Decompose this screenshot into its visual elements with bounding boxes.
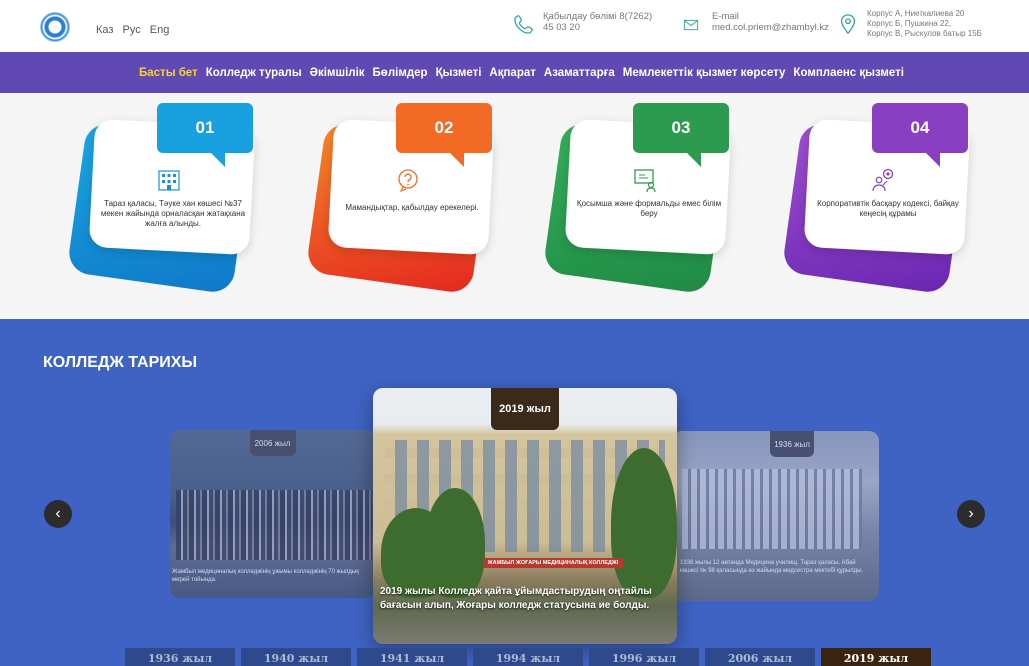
slide-caption: 2019 жылы Колледж қайта ұйымдастырудың о… bbox=[380, 586, 652, 611]
timeline-year[interactable]: 2006 жыл bbox=[705, 648, 815, 666]
history-slide-next[interactable]: 1936 жыл 1936 жылы 12 акпанда Медицина у… bbox=[672, 431, 879, 601]
contact-phone: Қабылдау бөлімі 8(7262) 45 03 20 bbox=[514, 11, 653, 34]
feature-card-2[interactable]: 02 Мамандықтар, қабылдау ерекелері. bbox=[305, 103, 521, 295]
nav-item-administration[interactable]: Әкімшілік bbox=[310, 67, 365, 79]
lang-kaz[interactable]: Каз bbox=[96, 24, 113, 36]
address-line-2: Корпус Б, Пушкина 22, bbox=[867, 19, 952, 28]
card-number: 02 bbox=[396, 103, 492, 167]
main-nav: Басты бет Колледж туралы Әкімшілік Бөлім… bbox=[0, 52, 1029, 93]
card-number: 01 bbox=[157, 103, 253, 167]
top-header: Каз Рус Eng Қабылдау бөлімі 8(7262) 45 0… bbox=[0, 0, 1029, 52]
lang-eng[interactable]: Eng bbox=[150, 24, 170, 36]
question-bubble-icon bbox=[398, 169, 418, 193]
envelope-icon bbox=[683, 19, 699, 31]
nav-item-compliance[interactable]: Комплаенс қызметі bbox=[793, 67, 904, 79]
college-history: КОЛЛЕДЖ ТАРИХЫ ‹ › 2006 жыл Жамбыл медиц… bbox=[0, 319, 1029, 666]
contact-address: Корпус А, Ниеткалиева 20 Корпус Б, Пушки… bbox=[840, 9, 982, 39]
history-timeline: 1936 жыл 1940 жыл 1941 жыл 1994 жыл 1996… bbox=[125, 648, 931, 666]
carousel-next-button[interactable]: › bbox=[957, 500, 985, 528]
slide-year-badge: 2006 жыл bbox=[249, 430, 296, 456]
email-label: E-mail bbox=[712, 11, 739, 22]
history-slide-prev[interactable]: 2006 жыл Жамбыл медициналық колледжінің … bbox=[170, 430, 375, 598]
slide-caption: Жамбыл медициналық колледжінің ұжымы кол… bbox=[172, 569, 359, 583]
nav-item-activity[interactable]: Қызметі bbox=[436, 67, 482, 79]
timeline-year[interactable]: 1994 жыл bbox=[473, 648, 583, 666]
language-switcher: Каз Рус Eng bbox=[96, 24, 175, 36]
section-title: КОЛЛЕДЖ ТАРИХЫ bbox=[43, 354, 198, 371]
feature-card-3[interactable]: 03 Қосымша және формальды емес білім бер… bbox=[542, 103, 758, 295]
slide-year-badge: 2019 жыл bbox=[491, 388, 559, 430]
feature-cards: 01 Тараз қаласы, Тәуке хан көшесі №37 ме… bbox=[0, 93, 1029, 319]
slide-caption: 1936 жылы 12 акпанда Медицина училищ. Та… bbox=[680, 560, 864, 574]
chevron-left-icon: ‹ bbox=[55, 505, 61, 522]
feature-card-4[interactable]: 04 Корпоративтік басқару кодексі, байқау… bbox=[781, 103, 997, 295]
card-number: 03 bbox=[633, 103, 729, 167]
history-slide-current[interactable]: ЖАМБЫЛ ЖОҒАРЫ МЕДИЦИНАЛЫҚ КОЛЛЕДЖІ 2019 … bbox=[373, 388, 677, 644]
phone-label: Қабылдау бөлімі 8(7262) bbox=[543, 11, 653, 22]
nav-item-citizens[interactable]: Азаматтарға bbox=[544, 67, 615, 79]
card-text: Мамандықтар, қабылдау ерекелері. bbox=[345, 203, 479, 212]
timeline-year-selected[interactable]: 2019 жыл bbox=[821, 648, 931, 666]
email-value[interactable]: med.col.priem@zhambyl.kz bbox=[712, 22, 829, 33]
team-idea-icon bbox=[872, 168, 894, 192]
contact-email: E-mail med.col.priem@zhambyl.kz bbox=[683, 11, 829, 33]
timeline-year[interactable]: 1941 жыл bbox=[357, 648, 467, 666]
address-line-3: Корпус В, Рыскулов батыр 15Б bbox=[867, 29, 982, 38]
building-sign: ЖАМБЫЛ ЖОҒАРЫ МЕДИЦИНАЛЫҚ КОЛЛЕДЖІ bbox=[483, 558, 623, 568]
college-logo[interactable] bbox=[40, 12, 70, 42]
nav-item-departments[interactable]: Бөлімдер bbox=[373, 67, 428, 79]
slide-year-badge: 1936 жыл bbox=[770, 431, 814, 457]
timeline-year[interactable]: 1940 жыл bbox=[241, 648, 351, 666]
nav-item-home[interactable]: Басты бет bbox=[139, 67, 198, 79]
nav-item-information[interactable]: Ақпарат bbox=[489, 67, 535, 79]
phone-icon bbox=[514, 15, 533, 34]
timeline-year[interactable]: 1996 жыл bbox=[589, 648, 699, 666]
nav-item-about[interactable]: Колледж туралы bbox=[206, 67, 302, 79]
address-line-1: Корпус А, Ниеткалиева 20 bbox=[867, 9, 965, 18]
card-text: Қосымша және формальды емес білім беру bbox=[576, 199, 722, 218]
lang-rus[interactable]: Рус bbox=[123, 24, 141, 36]
chevron-right-icon: › bbox=[968, 505, 974, 522]
nav-item-public-services[interactable]: Мемлекеттік қызмет көрсету bbox=[623, 67, 786, 79]
card-text: Корпоративтік басқару кодексі, байқау ке… bbox=[817, 199, 959, 218]
card-text: Тараз қаласы, Тәуке хан көшесі №37 мекен… bbox=[100, 199, 246, 228]
presentation-board-icon bbox=[634, 169, 656, 193]
card-number: 04 bbox=[872, 103, 968, 167]
carousel-prev-button[interactable]: ‹ bbox=[44, 500, 72, 528]
feature-card-1[interactable]: 01 Тараз қаласы, Тәуке хан көшесі №37 ме… bbox=[66, 103, 282, 295]
map-pin-icon bbox=[840, 14, 856, 35]
timeline-year[interactable]: 1936 жыл bbox=[125, 648, 235, 666]
phone-number[interactable]: 45 03 20 bbox=[543, 22, 652, 33]
building-icon bbox=[158, 170, 180, 191]
